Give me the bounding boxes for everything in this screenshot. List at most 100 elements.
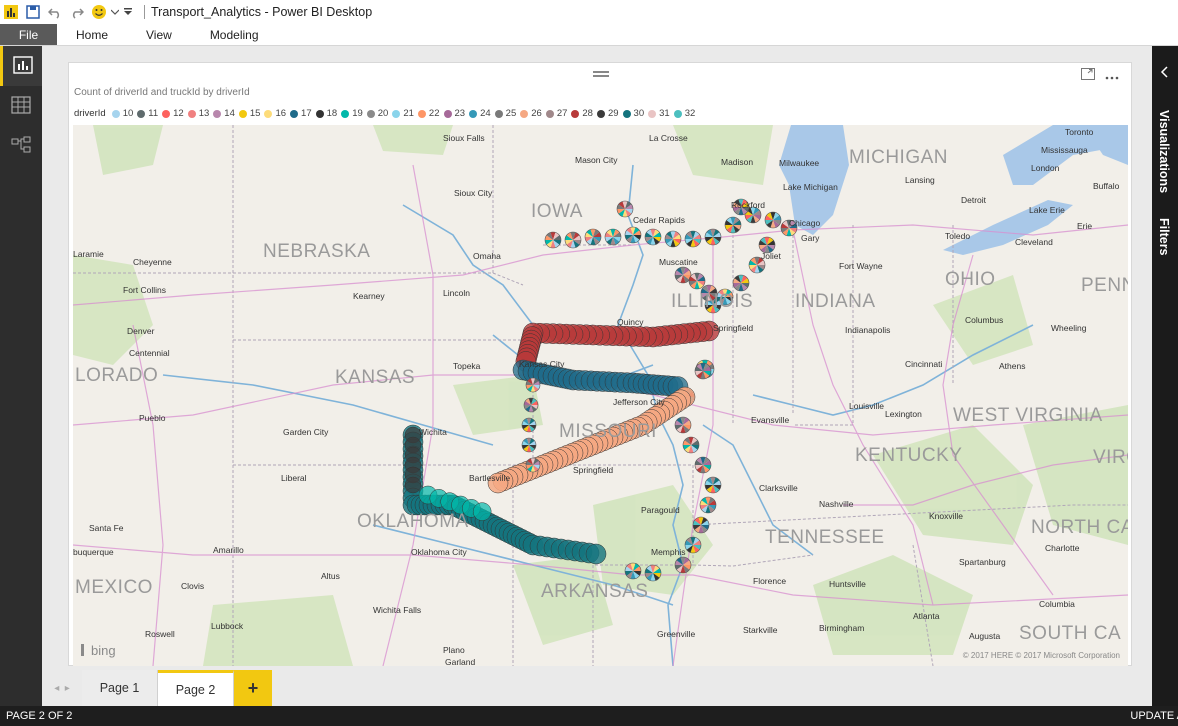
city-label: Muscatine [659,257,698,267]
legend-item[interactable]: 27 [545,108,568,119]
more-options-icon[interactable] [1105,69,1119,83]
relationships-view-button[interactable] [0,126,42,166]
city-label: Lake Erie [1029,205,1065,215]
legend-item[interactable]: 32 [673,108,695,119]
update-notice[interactable]: UPDATE A [1130,710,1178,722]
legend-item[interactable]: 17 [290,108,312,119]
tab-file[interactable]: File [0,24,57,45]
tab-modeling[interactable]: Modeling [191,24,278,45]
page-tab-2[interactable]: Page 2 [158,670,234,706]
chevron-left-icon[interactable] [1160,66,1168,81]
state-label: MEXICO [75,577,153,598]
legend-swatch [596,109,605,118]
city-label: Greenville [657,629,696,639]
legend-item[interactable]: 28 [571,108,593,119]
legend-item[interactable]: 21 [392,108,414,119]
map-visual[interactable]: Count of driverId and truckId by driverI… [68,62,1132,666]
city-label: Garland [445,657,476,666]
city-label: Centennial [129,348,170,358]
legend-item[interactable]: 29 [596,108,619,119]
legend-swatch [162,109,171,118]
city-label: Erie [1077,221,1093,231]
legend-item[interactable]: 12 [162,108,184,119]
city-label: Gary [801,233,820,243]
tab-view[interactable]: View [127,24,191,45]
legend-item[interactable]: 24 [469,108,491,119]
city-label: buquerque [73,547,114,557]
legend-item[interactable]: 20 [366,108,389,119]
legend-label: 20 [377,108,389,119]
city-label: Athens [999,361,1026,371]
undo-icon[interactable] [44,0,66,24]
drag-grip-icon[interactable] [593,71,609,77]
legend-item[interactable]: 22 [417,108,440,119]
city-label: Paragould [641,505,680,515]
city-label: Roswell [145,629,175,639]
route-bubble[interactable] [404,476,422,494]
data-view-button[interactable] [0,86,42,126]
legend-swatch [341,109,350,118]
legend-item[interactable]: 30 [622,108,644,119]
chevron-down-icon[interactable] [110,0,120,24]
legend-item[interactable]: 31 [648,108,670,119]
legend-label: 27 [556,108,568,119]
legend-label: 28 [582,108,593,119]
page-tab-1[interactable]: Page 1 [82,670,158,706]
city-label: Augusta [969,631,1001,641]
city-label: Lansing [905,175,935,185]
legend-item[interactable]: 19 [341,108,363,119]
state-label: ILLINOIS [671,291,754,312]
legend-title: driverId [74,108,106,119]
city-label: Rockford [731,200,766,210]
save-icon[interactable] [22,0,44,24]
smile-feedback-icon[interactable] [88,0,110,24]
city-label: Lexington [885,409,922,419]
redo-icon[interactable] [66,0,88,24]
legend-swatch [238,109,247,118]
legend-item[interactable]: 16 [264,108,286,119]
page-nav-arrows[interactable]: ◂ ▸ [42,670,82,706]
city-label: Springfield [713,323,754,333]
map-area[interactable]: NEBRASKA IOWA MICHIGAN ILLINOIS INDIANA OHIO P… [73,125,1128,666]
chevron-left-icon[interactable]: ◂ [54,683,59,694]
city-label: Amarillo [213,545,244,555]
city-label: Laramie [73,249,104,259]
tab-home[interactable]: Home [57,24,127,45]
legend-swatch [673,109,682,118]
legend-item[interactable]: 15 [238,108,260,119]
legend-swatch [494,109,503,118]
state-label: MISSOURI [559,421,657,442]
legend-swatch [648,109,657,118]
chevron-right-icon[interactable]: ▸ [65,683,70,694]
legend-item[interactable]: 25 [494,108,516,119]
bar-chart-icon [12,55,33,77]
city-label: Fort Wayne [839,261,883,271]
legend-item[interactable]: 11 [137,108,158,119]
state-label: MICHIGAN [849,147,948,168]
city-label: Columbus [965,315,1004,325]
state-label: OHIO [945,269,996,290]
legend-item[interactable]: 14 [213,108,235,119]
city-label: Lubbock [211,621,244,631]
visual-title: Count of driverId and truckId by driverI… [74,87,250,98]
legend-item[interactable]: 18 [315,108,337,119]
state-label: TENNESSEE [765,527,885,548]
window-title: Transport_Analytics - Power BI Desktop [151,5,373,19]
customize-toolbar-icon[interactable] [120,0,136,24]
add-page-button[interactable]: + [234,670,272,706]
city-label: Clovis [181,581,205,591]
focus-mode-icon[interactable] [1081,68,1095,83]
legend-item[interactable]: 23 [443,108,465,119]
city-label: Cedar Rapids [633,215,685,225]
report-view-button[interactable] [0,46,42,86]
route-bubble[interactable] [472,502,492,521]
city-label: Florence [753,576,787,586]
city-label: Pueblo [139,413,166,423]
filters-pane-label[interactable]: Filters [1157,218,1171,256]
city-label: Charlotte [1045,543,1080,553]
legend-item[interactable]: 10 [111,108,133,119]
legend-item[interactable]: 26 [520,108,542,119]
visualizations-pane-label[interactable]: Visualizations [1157,110,1171,193]
route-bubble[interactable] [585,543,607,565]
legend-item[interactable]: 13 [187,108,209,119]
